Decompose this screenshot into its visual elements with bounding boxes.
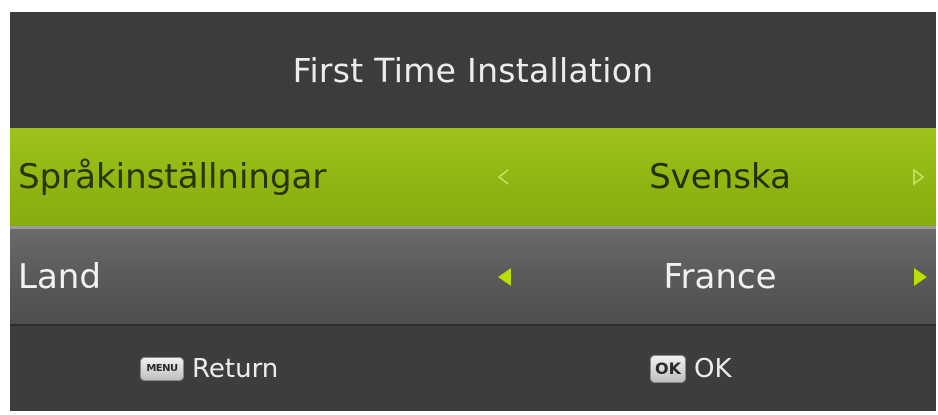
footer-hints: MENU Return OK OK [10,324,936,411]
dialog-title: First Time Installation [292,50,654,90]
country-setting-row[interactable]: Land France [10,226,936,324]
language-setting-label: Språkinställningar [18,157,327,197]
country-setting-label: Land [18,256,101,297]
title-bar: First Time Installation [10,12,936,128]
first-time-installation-dialog: First Time Installation Språkinställning… [10,12,936,411]
right-arrow-icon[interactable] [912,168,926,186]
language-setting-row[interactable]: Språkinställningar Svenska [10,128,936,226]
ok-key-icon: OK [650,354,686,383]
language-value: Svenska [649,157,791,197]
ok-label: OK [694,353,732,384]
return-label: Return [192,353,279,384]
menu-key-icon: MENU [140,356,184,381]
return-hint[interactable]: MENU Return [140,354,278,384]
right-arrow-icon[interactable] [914,267,927,286]
ok-hint[interactable]: OK OK [650,354,732,384]
country-value: France [663,256,777,297]
left-arrow-icon[interactable] [498,267,511,286]
left-arrow-icon[interactable] [496,168,510,186]
